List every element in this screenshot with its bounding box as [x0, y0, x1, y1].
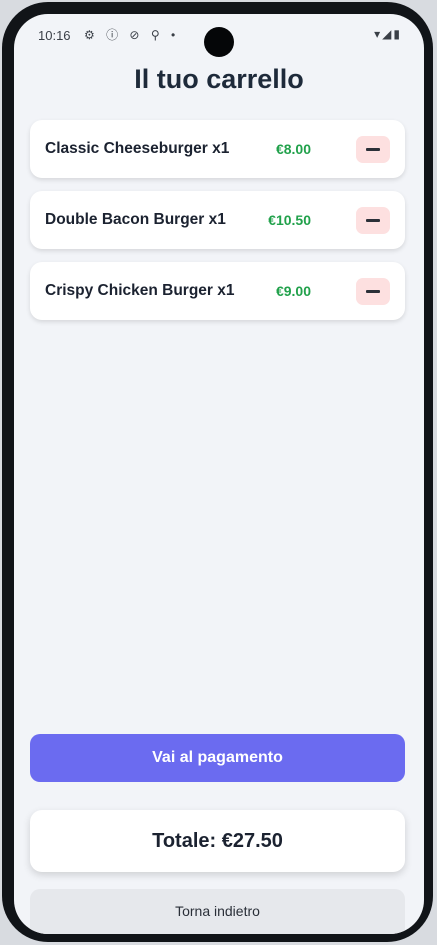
cart-item-price: €8.00	[275, 141, 311, 157]
minus-icon	[366, 148, 380, 151]
cart-item: Crispy Chicken Burger x1 €9.00	[30, 262, 405, 320]
back-button[interactable]: Torna indietro	[30, 889, 405, 934]
cart-item-name: Double Bacon Burger x1	[45, 211, 226, 228]
minus-icon	[366, 290, 380, 293]
cart-item-price: €10.50	[268, 212, 311, 228]
cart-item-name: Crispy Chicken Burger x1	[45, 282, 235, 299]
camera-icon	[204, 27, 234, 57]
remove-item-button[interactable]	[356, 278, 390, 305]
minus-icon	[366, 219, 380, 222]
status-bar: 10:16 ⚙ ⓘ ⊘ ⚲ • ▾◢▮	[14, 14, 424, 58]
status-notification-icons: ⚙ ⓘ ⊘ ⚲ •	[84, 28, 180, 42]
remove-item-button[interactable]	[356, 136, 390, 163]
cart-item-price: €9.00	[275, 283, 311, 299]
status-time: 10:16	[38, 28, 71, 43]
status-system-icons: ▾◢▮	[374, 27, 402, 41]
remove-item-button[interactable]	[356, 207, 390, 234]
device: 10:16 ⚙ ⓘ ⊘ ⚲ • ▾◢▮ Il tuo carrello Clas…	[0, 0, 437, 945]
cart-item: Classic Cheeseburger x1 €8.00	[30, 120, 405, 178]
device-frame: 10:16 ⚙ ⓘ ⊘ ⚲ • ▾◢▮ Il tuo carrello Clas…	[2, 2, 433, 942]
cart-item: Double Bacon Burger x1 €10.50	[30, 191, 405, 249]
checkout-button[interactable]: Vai al pagamento	[30, 734, 405, 782]
cart-item-name: Classic Cheeseburger x1	[45, 140, 230, 157]
total-card: Totale: €27.50	[30, 810, 405, 872]
page-title: Il tuo carrello	[134, 64, 304, 94]
cart-list: Classic Cheeseburger x1 €8.00 Double Bac…	[30, 120, 405, 333]
total-label: Totale: €27.50	[152, 830, 283, 852]
app-screen: 10:16 ⚙ ⓘ ⊘ ⚲ • ▾◢▮ Il tuo carrello Clas…	[14, 14, 424, 934]
